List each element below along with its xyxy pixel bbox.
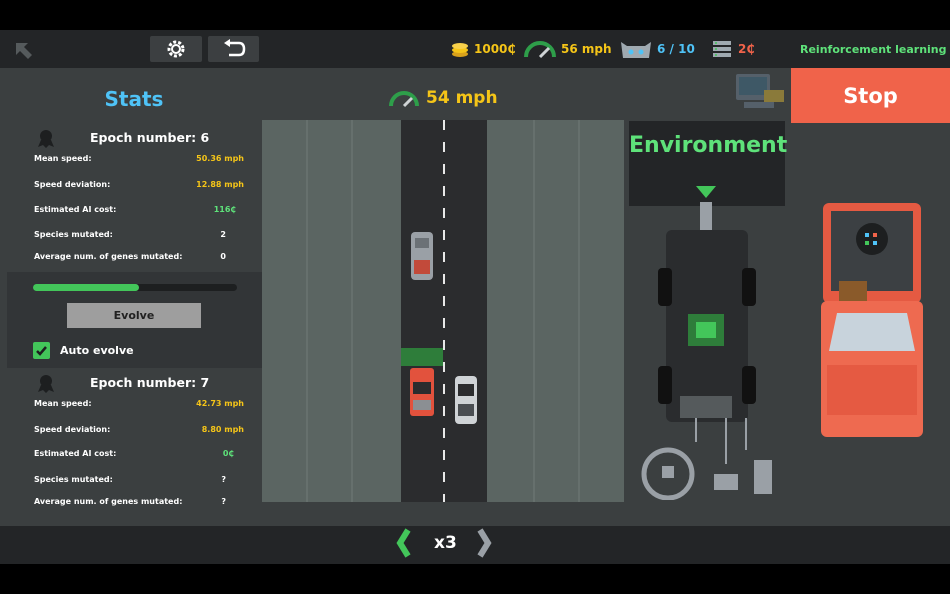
stat-row: Average num. of genes mutated: 0 [34, 249, 244, 263]
stat-row: Mean speed: 42.73 mph [34, 396, 244, 410]
stat-row: Mean speed: 50.36 mph [34, 151, 244, 165]
speed-increase-button[interactable] [474, 528, 494, 558]
stat-row: Estimated AI cost: 0₵ [34, 446, 244, 460]
stat-value: 0₵ [222, 448, 234, 458]
speedometer-icon [389, 91, 419, 108]
evolve-progress-bar [33, 284, 237, 291]
population-display: 6 / 10 [619, 36, 695, 62]
gas-pedal-icon [754, 460, 772, 494]
speed-display-hud: 56 mph [523, 36, 612, 62]
evolve-progress-fill [33, 284, 140, 291]
stat-row: Species mutated: ? [34, 472, 244, 486]
stat-row: Average num. of genes mutated: ? [34, 494, 244, 508]
medal-icon [38, 130, 54, 148]
chevron-right-icon [477, 528, 492, 558]
stat-row: Estimated AI cost: 116₵ [34, 202, 244, 216]
ai-car-silver [455, 376, 477, 424]
stat-value: 116₵ [213, 204, 236, 214]
epoch-7-title: Epoch number: 7 [90, 375, 210, 390]
stat-label: Species mutated: [34, 229, 113, 239]
server-rack-icon [713, 41, 731, 57]
stat-label: Speed deviation: [34, 179, 111, 189]
ai-car-illustration [821, 203, 923, 437]
hud-speed-value: 56 mph [561, 42, 612, 56]
undo-button[interactable] [208, 36, 259, 62]
speed-decrease-button[interactable] [394, 528, 414, 558]
undo-icon [223, 39, 245, 57]
stat-label: Species mutated: [34, 474, 113, 484]
population-value: 6 / 10 [657, 42, 695, 56]
stat-value: 50.36 mph [196, 153, 244, 163]
stat-row: Speed deviation: 8.80 mph [34, 422, 244, 436]
stat-label: Estimated AI cost: [34, 204, 117, 214]
robot-head-icon [621, 42, 651, 58]
back-arrow-icon [16, 43, 32, 59]
stat-label: Average num. of genes mutated: [34, 251, 183, 261]
stat-value: 12.88 mph [196, 179, 244, 189]
cost-display: 2₵ [712, 36, 755, 62]
stat-value: 8.80 mph [201, 424, 244, 434]
environment-title: Environment [629, 133, 788, 158]
current-speed-value: 54 mph [426, 88, 498, 108]
stat-label: Average num. of genes mutated: [34, 496, 183, 506]
brake-pedal-icon [714, 474, 738, 490]
stat-label: Mean speed: [34, 153, 92, 163]
medal-icon [38, 375, 54, 393]
lane-markings [401, 120, 477, 502]
coins-icon [452, 43, 468, 57]
player-car-red [410, 368, 434, 416]
cost-value: 2₵ [738, 42, 755, 56]
car-chassis-diagram [641, 186, 772, 500]
stats-title: Stats [104, 87, 164, 111]
checkmark-icon [36, 346, 47, 356]
stat-value: 0 [220, 251, 226, 261]
auto-evolve-checkbox[interactable] [33, 342, 50, 359]
stat-label: Estimated AI cost: [34, 448, 117, 458]
current-speed-display: 54 mph [388, 86, 498, 110]
level-title: Reinforcement learning 2 [800, 42, 950, 56]
back-arrow-button[interactable] [10, 38, 38, 64]
stat-label: Mean speed: [34, 398, 92, 408]
coins-display: 1000₵ [450, 36, 516, 62]
stat-value: ? [221, 496, 226, 506]
stat-row: Speed deviation: 12.88 mph [34, 177, 244, 191]
stat-label: Speed deviation: [34, 424, 111, 434]
stat-value: 42.73 mph [196, 398, 244, 408]
settings-button[interactable] [150, 36, 202, 62]
auto-evolve-label: Auto evolve [60, 344, 134, 357]
stat-value: 2 [220, 229, 226, 239]
stat-value: ? [221, 474, 226, 484]
chevron-left-icon [396, 528, 411, 558]
evolve-button[interactable]: Evolve [67, 303, 201, 328]
stat-row: Species mutated: 2 [34, 227, 244, 241]
coins-value: 1000₵ [474, 42, 516, 56]
time-multiplier: x3 [434, 533, 457, 553]
speedometer-icon [524, 41, 556, 59]
steering-wheel-icon [641, 447, 695, 500]
road [401, 120, 487, 502]
computer-icon [736, 74, 784, 108]
car-view-panel [791, 123, 950, 526]
epoch-6-title: Epoch number: 6 [90, 130, 210, 145]
gear-icon [167, 40, 185, 58]
ai-car-grey [411, 232, 433, 280]
stop-button[interactable]: Stop [791, 68, 950, 123]
